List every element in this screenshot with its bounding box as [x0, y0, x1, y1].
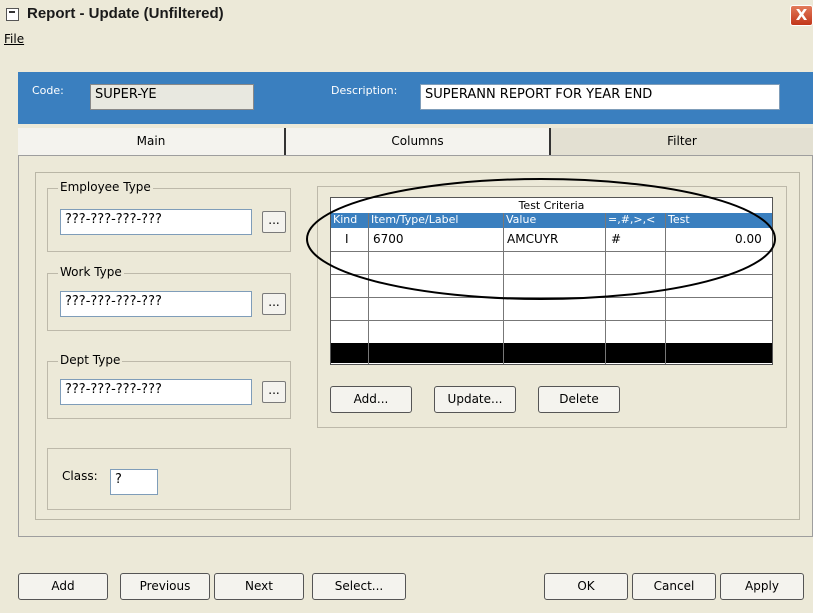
- grid-line: [331, 320, 772, 321]
- work-type-field[interactable]: ???-???-???-???: [60, 291, 252, 317]
- footer-bar: Add Previous Next Select... OK Cancel Ap…: [18, 568, 813, 607]
- description-label: Description:: [331, 84, 398, 97]
- code-label: Code:: [32, 84, 64, 97]
- title-bar: Report - Update (Unfiltered) X: [0, 0, 813, 31]
- footer-add-button[interactable]: Add: [18, 573, 108, 600]
- add-criteria-button[interactable]: Add...: [330, 386, 412, 413]
- highlight-oval: [306, 178, 776, 300]
- dept-type-group: Dept Type ???-???-???-??? ...: [47, 353, 291, 419]
- class-group: Class: ?: [47, 448, 291, 510]
- employee-type-group: Employee Type ???-???-???-??? ...: [47, 180, 291, 252]
- footer-ok-button[interactable]: OK: [544, 573, 628, 600]
- footer-select-button[interactable]: Select...: [312, 573, 406, 600]
- dept-type-field[interactable]: ???-???-???-???: [60, 379, 252, 405]
- footer-previous-button[interactable]: Previous: [120, 573, 210, 600]
- filter-panel: Employee Type ???-???-???-??? ... Work T…: [18, 155, 813, 537]
- tab-filter[interactable]: Filter: [551, 128, 813, 155]
- dept-type-lookup-button[interactable]: ...: [262, 381, 286, 403]
- description-field[interactable]: SUPERANN REPORT FOR YEAR END: [420, 84, 780, 110]
- window-title: Report - Update (Unfiltered): [27, 5, 224, 22]
- tab-columns[interactable]: Columns: [286, 128, 551, 155]
- work-type-group: Work Type ???-???-???-??? ...: [47, 265, 291, 331]
- footer-next-button[interactable]: Next: [214, 573, 304, 600]
- header-panel: Code: SUPER-YE Description: SUPERANN REP…: [18, 72, 813, 124]
- delete-criteria-button[interactable]: Delete: [538, 386, 620, 413]
- code-field[interactable]: SUPER-YE: [90, 84, 254, 110]
- class-label: Class:: [62, 469, 98, 483]
- tab-main[interactable]: Main: [18, 128, 286, 155]
- employee-type-field[interactable]: ???-???-???-???: [60, 209, 252, 235]
- work-type-label: Work Type: [58, 265, 124, 279]
- window-icon: [6, 8, 19, 21]
- menu-file[interactable]: File: [4, 32, 24, 46]
- footer-cancel-button[interactable]: Cancel: [632, 573, 716, 600]
- menu-bar: File: [0, 30, 813, 48]
- close-button[interactable]: X: [790, 5, 813, 26]
- dept-type-label: Dept Type: [58, 353, 123, 367]
- class-field[interactable]: ?: [110, 469, 158, 495]
- selected-grid-row[interactable]: [331, 343, 772, 363]
- update-criteria-button[interactable]: Update...: [434, 386, 516, 413]
- employee-type-label: Employee Type: [58, 180, 153, 194]
- footer-apply-button[interactable]: Apply: [720, 573, 804, 600]
